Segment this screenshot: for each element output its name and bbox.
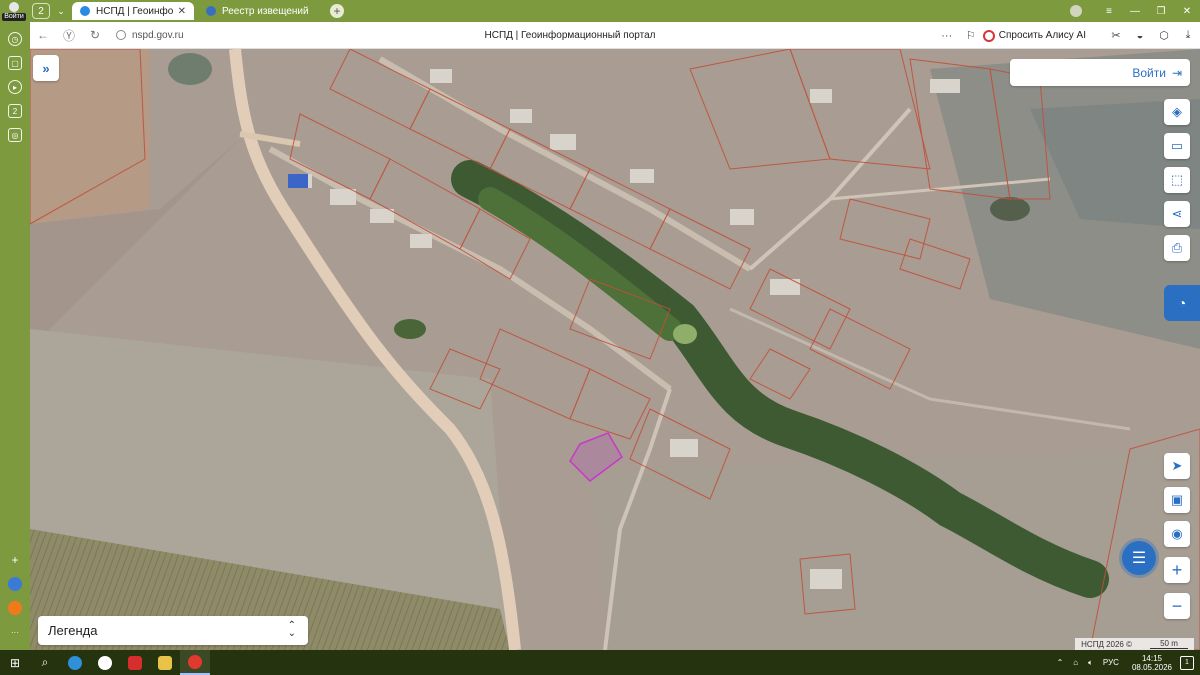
new-tab-button[interactable]: + [330, 4, 344, 18]
notifications-icon[interactable]: 1 [1180, 655, 1194, 670]
ruler-icon[interactable]: ▭ [1164, 133, 1190, 159]
extensions-icon[interactable]: ⬡ [1152, 29, 1176, 42]
reload-button[interactable]: ↻ [82, 28, 108, 42]
layers-icon[interactable]: ◈ [1164, 99, 1190, 125]
zoom-out-icon[interactable]: − [1164, 593, 1190, 619]
tab-bar: Войти 2 ⌄ НСПД | Геоинформаци ✕ Реестр и… [0, 0, 1200, 22]
account-avatar[interactable] [1070, 5, 1082, 17]
taskbar-explorer[interactable] [150, 650, 180, 675]
clock-time: 14:15 [1141, 653, 1162, 663]
share-icon[interactable]: ⋖ [1164, 201, 1190, 227]
pdf-icon [128, 655, 142, 670]
system-tray: ⌃ ⌂ 🔈︎ РУС 14:15 08.05.2026 1 [1052, 650, 1200, 675]
alice-label: Спросить Алису AI [998, 30, 1086, 41]
downloads-icon[interactable]: ⤓ [1176, 29, 1200, 42]
history-icon[interactable]: ◷ [8, 32, 22, 46]
chevron-updown-icon: ⌃ ⌄ [287, 620, 296, 639]
select-area-icon[interactable]: ⬚ [1164, 167, 1190, 193]
close-icon[interactable]: ✕ [178, 6, 186, 17]
chevron-up-icon[interactable]: ⌃ [1057, 658, 1064, 667]
minimize-icon[interactable]: — [1122, 6, 1148, 17]
legend-label: Легенда [48, 623, 98, 638]
expand-panel-button[interactable]: » [33, 55, 59, 81]
more-icon[interactable]: ··· [8, 625, 22, 639]
login-label: Войти [1132, 65, 1166, 80]
login-icon: ⇥ [1171, 65, 1182, 80]
address-bar-actions: ··· ⚐ Спросить Алису AI ✂ ◒ ⬡ ⤓ [935, 22, 1200, 49]
lock-icon[interactable] [116, 30, 126, 40]
ask-alice-button[interactable]: Спросить Алису AI [982, 29, 1086, 42]
legend-dropdown[interactable]: Легенда ⌃ ⌄ [38, 616, 308, 645]
play-icon[interactable]: ▸ [8, 80, 22, 94]
language-indicator[interactable]: РУС [1103, 658, 1119, 667]
screenshot-icon[interactable]: ◎ [8, 128, 22, 142]
menu-fab-button[interactable]: ☰ [1122, 541, 1156, 575]
folder-icon [158, 655, 172, 670]
tab-count-button[interactable]: 2 [32, 3, 50, 19]
zoom-in-icon[interactable]: + [1164, 557, 1190, 583]
clock[interactable]: 14:15 08.05.2026 [1132, 654, 1172, 672]
network-icon[interactable]: ⌂ [1073, 658, 1078, 667]
locate-icon[interactable]: ➤ [1164, 453, 1190, 479]
browser-login-label: Войти [2, 12, 26, 21]
tab-nspd[interactable]: НСПД | Геоинформаци ✕ [72, 2, 194, 20]
hat-icon[interactable]: ◒ [1128, 30, 1152, 42]
minimap-icon[interactable]: ▣ [1164, 487, 1190, 513]
chevron-down-icon[interactable]: ⌄ [54, 6, 68, 17]
map-view[interactable]: » Войти ⇥ ◈ ▭ ⬚ ⋖ ⎙ ◔ ➤ ▣ ◉ + − ☰ Легенд… [30, 49, 1200, 650]
tab-title: НСПД | Геоинформаци [96, 5, 174, 17]
restore-icon[interactable]: ❐ [1148, 6, 1174, 17]
browser-window: Войти 2 ⌄ НСПД | Геоинформаци ✕ Реестр и… [0, 0, 1200, 675]
volume-icon[interactable]: 🔈︎ [1088, 658, 1093, 668]
taskbar-yandex[interactable] [90, 650, 120, 675]
alice-icon [982, 29, 995, 42]
games-icon[interactable] [8, 601, 22, 615]
print-icon[interactable]: ⎙ [1164, 235, 1190, 261]
profile-icon [9, 1, 19, 12]
more-icon[interactable]: ··· [935, 30, 959, 42]
yandex-icon [188, 654, 202, 669]
assistant-chat-button[interactable]: ◔ [1164, 285, 1200, 321]
close-window-icon[interactable]: ✕ [1174, 6, 1200, 17]
bookmark-icon[interactable]: ⚐ [959, 29, 983, 42]
edge-icon [68, 655, 82, 670]
collections-icon[interactable]: ▢ [8, 56, 22, 70]
browser-sidebar: ◷ ▢ ▸ 2 ◎ + ··· [0, 22, 30, 650]
search-icon[interactable]: ⌕ [30, 655, 60, 670]
add-icon[interactable]: + [8, 553, 22, 567]
browser-profile-button[interactable]: Войти [0, 0, 28, 22]
sidebar-bottom: + ··· [0, 548, 30, 644]
mail-icon[interactable] [8, 577, 22, 591]
list-icon: ☰ [1131, 550, 1147, 567]
tab-registry[interactable]: Реестр извещений [198, 2, 326, 20]
yandex-icon[interactable]: Ⓨ [56, 27, 82, 44]
zen-2-icon[interactable]: 2 [8, 104, 22, 118]
tools-icon[interactable]: ✂ [1104, 29, 1128, 42]
tab-title: Реестр извещений [222, 5, 309, 17]
menu-icon[interactable]: ≡ [1096, 6, 1122, 17]
taskbar-yandex-active[interactable] [180, 650, 210, 675]
taskbar-pdf[interactable] [120, 650, 150, 675]
back-button[interactable]: ← [30, 28, 56, 42]
chat-icon: ◔ [1177, 295, 1187, 311]
satellite-imagery[interactable] [30, 49, 1200, 650]
pin-icon[interactable]: ◉ [1164, 521, 1190, 547]
window-controls: ≡ — ❐ ✕ [1070, 0, 1200, 22]
windows-taskbar: ⊞ ⌕ ⌃ ⌂ 🔈︎ РУС 14:15 08.05.2026 1 [0, 650, 1200, 675]
attribution-text: НСПД 2026 © [1081, 639, 1132, 649]
login-button[interactable]: Войти ⇥ [1010, 59, 1190, 86]
windows-start-icon[interactable]: ⊞ [0, 656, 30, 670]
yandex-browser-icon [98, 655, 112, 670]
site-icon [206, 6, 216, 16]
scale-bar: 50 m [1150, 639, 1188, 649]
globe-icon [80, 6, 90, 16]
clock-date: 08.05.2026 [1131, 662, 1172, 672]
page-title: НСПД | Геоинформационный портал [484, 29, 656, 41]
map-attribution: НСПД 2026 © 50 m [1075, 638, 1194, 650]
taskbar-edge[interactable] [60, 650, 90, 675]
address-bar: ← Ⓨ ↻ nspd.gov.ru НСПД | Геоинформационн… [30, 22, 1200, 49]
url-field[interactable]: nspd.gov.ru [132, 30, 312, 41]
